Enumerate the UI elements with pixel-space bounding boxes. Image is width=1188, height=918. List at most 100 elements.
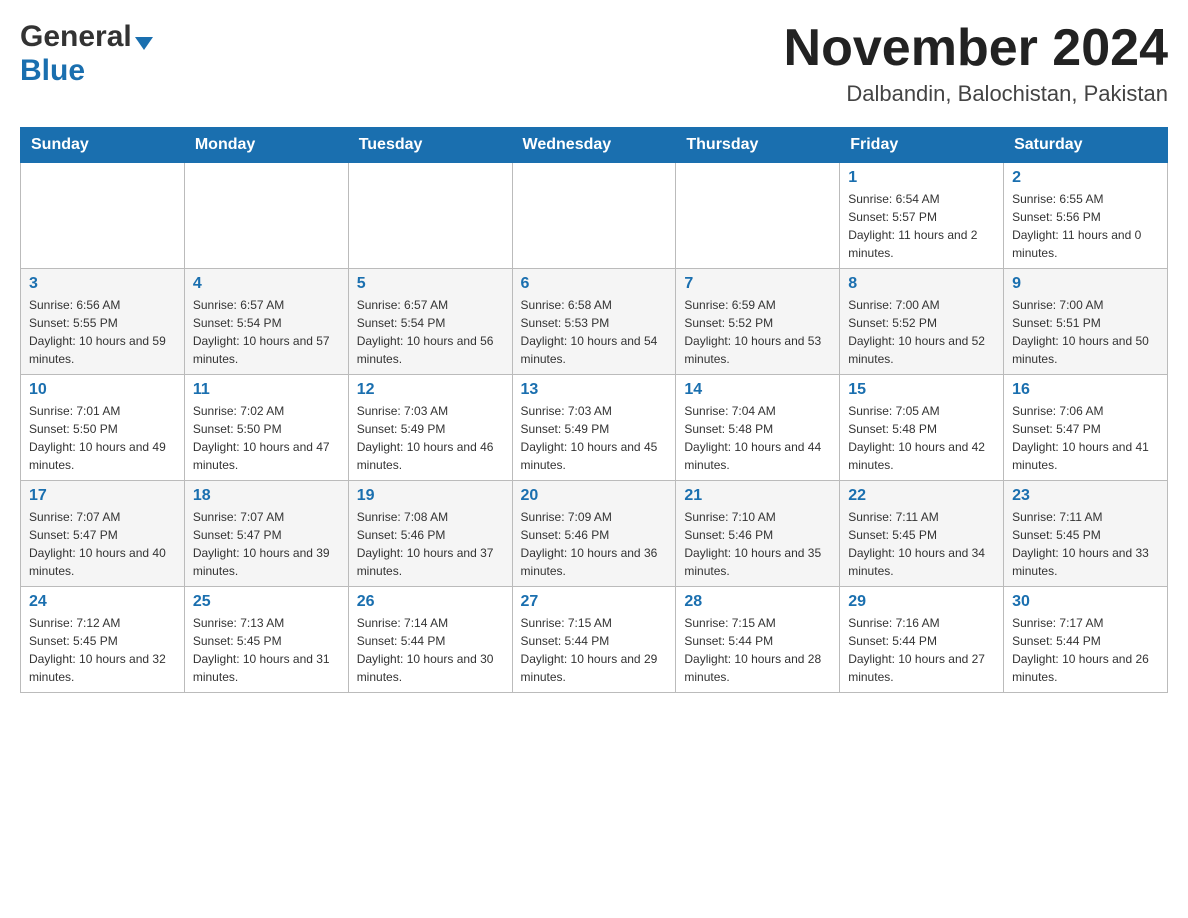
week-row-1: 3Sunrise: 6:56 AMSunset: 5:55 PMDaylight… — [21, 269, 1168, 375]
logo: General Blue — [20, 20, 153, 88]
day-info-4: Sunrise: 6:57 AMSunset: 5:54 PMDaylight:… — [193, 296, 340, 368]
day-cell-0-4 — [676, 163, 840, 269]
day-cell-2-2: 12 Sunrise: 7:03 AMSunset: 5:49 PMDayligh… — [348, 375, 512, 481]
day-info-25: Sunrise: 7:13 AMSunset: 5:45 PMDaylight:… — [193, 614, 340, 686]
day-number-4: 4 — [193, 275, 340, 293]
day-number-19: 19 — [357, 487, 504, 505]
day-cell-3-6: 23Sunrise: 7:11 AMSunset: 5:45 PMDayligh… — [1004, 481, 1168, 587]
col-saturday: Saturday — [1004, 128, 1168, 163]
day-number-1: 1 — [848, 169, 995, 187]
day-cell-1-0: 3Sunrise: 6:56 AMSunset: 5:55 PMDaylight… — [21, 269, 185, 375]
day-number-11: 11 — [193, 381, 340, 399]
day-info-26: Sunrise: 7:14 AMSunset: 5:44 PMDaylight:… — [357, 614, 504, 686]
day-info-29: Sunrise: 7:16 AMSunset: 5:44 PMDaylight:… — [848, 614, 995, 686]
day-cell-3-3: 20 Sunrise: 7:09 AMSunset: 5:46 PMDayligh… — [512, 481, 676, 587]
day-cell-1-2: 5 Sunrise: 6:57 AMSunset: 5:54 PMDaylight… — [348, 269, 512, 375]
week-row-2: 10 Sunrise: 7:01 AMSunset: 5:50 PMDayligh… — [21, 375, 1168, 481]
day-number-17: 17 — [29, 487, 176, 505]
day-number-28: 28 — [684, 593, 831, 611]
page-header: General Blue November 2024 Dalbandin, Ba… — [20, 20, 1168, 107]
day-cell-0-5: 1Sunrise: 6:54 AMSunset: 5:57 PMDaylight… — [840, 163, 1004, 269]
day-info-24: Sunrise: 7:12 AMSunset: 5:45 PMDaylight:… — [29, 614, 176, 686]
day-number-7: 7 — [684, 275, 831, 293]
day-info-5: Sunrise: 6:57 AMSunset: 5:54 PMDaylight:… — [357, 296, 504, 368]
day-cell-0-0 — [21, 163, 185, 269]
location-title: Dalbandin, Balochistan, Pakistan — [784, 81, 1168, 107]
calendar-table: Sunday Monday Tuesday Wednesday Thursday… — [20, 127, 1168, 693]
day-cell-0-6: 2 Sunrise: 6:55 AMSunset: 5:56 PMDaylight… — [1004, 163, 1168, 269]
calendar-header-row: Sunday Monday Tuesday Wednesday Thursday… — [21, 128, 1168, 163]
day-info-2: Sunrise: 6:55 AMSunset: 5:56 PMDaylight:… — [1012, 190, 1159, 262]
day-number-13: 13 — [521, 381, 668, 399]
day-number-5: 5 — [357, 275, 504, 293]
day-cell-2-6: 16 Sunrise: 7:06 AMSunset: 5:47 PMDayligh… — [1004, 375, 1168, 481]
month-title: November 2024 — [784, 20, 1168, 77]
day-number-9: 9 — [1012, 275, 1159, 293]
col-friday: Friday — [840, 128, 1004, 163]
day-info-12: Sunrise: 7:03 AMSunset: 5:49 PMDaylight:… — [357, 402, 504, 474]
col-tuesday: Tuesday — [348, 128, 512, 163]
day-info-8: Sunrise: 7:00 AMSunset: 5:52 PMDaylight:… — [848, 296, 995, 368]
day-cell-4-1: 25 Sunrise: 7:13 AMSunset: 5:45 PMDayligh… — [184, 587, 348, 693]
day-number-2: 2 — [1012, 169, 1159, 187]
day-info-16: Sunrise: 7:06 AMSunset: 5:47 PMDaylight:… — [1012, 402, 1159, 474]
col-sunday: Sunday — [21, 128, 185, 163]
day-number-27: 27 — [521, 593, 668, 611]
day-info-10: Sunrise: 7:01 AMSunset: 5:50 PMDaylight:… — [29, 402, 176, 474]
day-number-26: 26 — [357, 593, 504, 611]
day-cell-1-5: 8Sunrise: 7:00 AMSunset: 5:52 PMDaylight… — [840, 269, 1004, 375]
day-info-9: Sunrise: 7:00 AMSunset: 5:51 PMDaylight:… — [1012, 296, 1159, 368]
day-number-6: 6 — [521, 275, 668, 293]
day-info-18: Sunrise: 7:07 AMSunset: 5:47 PMDaylight:… — [193, 508, 340, 580]
day-info-13: Sunrise: 7:03 AMSunset: 5:49 PMDaylight:… — [521, 402, 668, 474]
day-cell-3-2: 19 Sunrise: 7:08 AMSunset: 5:46 PMDayligh… — [348, 481, 512, 587]
day-cell-3-5: 22 Sunrise: 7:11 AMSunset: 5:45 PMDayligh… — [840, 481, 1004, 587]
day-cell-4-3: 27 Sunrise: 7:15 AMSunset: 5:44 PMDayligh… — [512, 587, 676, 693]
day-number-29: 29 — [848, 593, 995, 611]
day-cell-0-3 — [512, 163, 676, 269]
day-number-22: 22 — [848, 487, 995, 505]
day-cell-1-1: 4 Sunrise: 6:57 AMSunset: 5:54 PMDaylight… — [184, 269, 348, 375]
day-cell-3-4: 21 Sunrise: 7:10 AMSunset: 5:46 PMDayligh… — [676, 481, 840, 587]
logo-arrow-icon — [135, 37, 153, 50]
day-number-12: 12 — [357, 381, 504, 399]
day-info-21: Sunrise: 7:10 AMSunset: 5:46 PMDaylight:… — [684, 508, 831, 580]
col-wednesday: Wednesday — [512, 128, 676, 163]
day-cell-3-0: 17 Sunrise: 7:07 AMSunset: 5:47 PMDayligh… — [21, 481, 185, 587]
logo-general-text: General — [20, 20, 132, 54]
day-cell-1-4: 7Sunrise: 6:59 AMSunset: 5:52 PMDaylight… — [676, 269, 840, 375]
day-info-15: Sunrise: 7:05 AMSunset: 5:48 PMDaylight:… — [848, 402, 995, 474]
day-number-24: 24 — [29, 593, 176, 611]
day-cell-2-3: 13 Sunrise: 7:03 AMSunset: 5:49 PMDayligh… — [512, 375, 676, 481]
day-number-25: 25 — [193, 593, 340, 611]
day-number-16: 16 — [1012, 381, 1159, 399]
day-info-20: Sunrise: 7:09 AMSunset: 5:46 PMDaylight:… — [521, 508, 668, 580]
day-cell-1-6: 9 Sunrise: 7:00 AMSunset: 5:51 PMDaylight… — [1004, 269, 1168, 375]
day-info-3: Sunrise: 6:56 AMSunset: 5:55 PMDaylight:… — [29, 296, 176, 368]
day-info-17: Sunrise: 7:07 AMSunset: 5:47 PMDaylight:… — [29, 508, 176, 580]
day-cell-2-0: 10 Sunrise: 7:01 AMSunset: 5:50 PMDayligh… — [21, 375, 185, 481]
day-number-18: 18 — [193, 487, 340, 505]
day-number-20: 20 — [521, 487, 668, 505]
day-cell-4-4: 28 Sunrise: 7:15 AMSunset: 5:44 PMDayligh… — [676, 587, 840, 693]
day-cell-2-1: 11 Sunrise: 7:02 AMSunset: 5:50 PMDayligh… — [184, 375, 348, 481]
day-cell-0-2 — [348, 163, 512, 269]
title-block: November 2024 Dalbandin, Balochistan, Pa… — [784, 20, 1168, 107]
day-info-11: Sunrise: 7:02 AMSunset: 5:50 PMDaylight:… — [193, 402, 340, 474]
day-number-14: 14 — [684, 381, 831, 399]
day-number-21: 21 — [684, 487, 831, 505]
day-number-10: 10 — [29, 381, 176, 399]
day-info-19: Sunrise: 7:08 AMSunset: 5:46 PMDaylight:… — [357, 508, 504, 580]
day-info-27: Sunrise: 7:15 AMSunset: 5:44 PMDaylight:… — [521, 614, 668, 686]
day-info-14: Sunrise: 7:04 AMSunset: 5:48 PMDaylight:… — [684, 402, 831, 474]
day-number-30: 30 — [1012, 593, 1159, 611]
day-cell-2-5: 15Sunrise: 7:05 AMSunset: 5:48 PMDayligh… — [840, 375, 1004, 481]
day-info-28: Sunrise: 7:15 AMSunset: 5:44 PMDaylight:… — [684, 614, 831, 686]
week-row-3: 17 Sunrise: 7:07 AMSunset: 5:47 PMDayligh… — [21, 481, 1168, 587]
day-info-30: Sunrise: 7:17 AMSunset: 5:44 PMDaylight:… — [1012, 614, 1159, 686]
day-cell-4-5: 29 Sunrise: 7:16 AMSunset: 5:44 PMDayligh… — [840, 587, 1004, 693]
day-cell-4-0: 24 Sunrise: 7:12 AMSunset: 5:45 PMDayligh… — [21, 587, 185, 693]
day-number-23: 23 — [1012, 487, 1159, 505]
day-info-6: Sunrise: 6:58 AMSunset: 5:53 PMDaylight:… — [521, 296, 668, 368]
day-info-22: Sunrise: 7:11 AMSunset: 5:45 PMDaylight:… — [848, 508, 995, 580]
